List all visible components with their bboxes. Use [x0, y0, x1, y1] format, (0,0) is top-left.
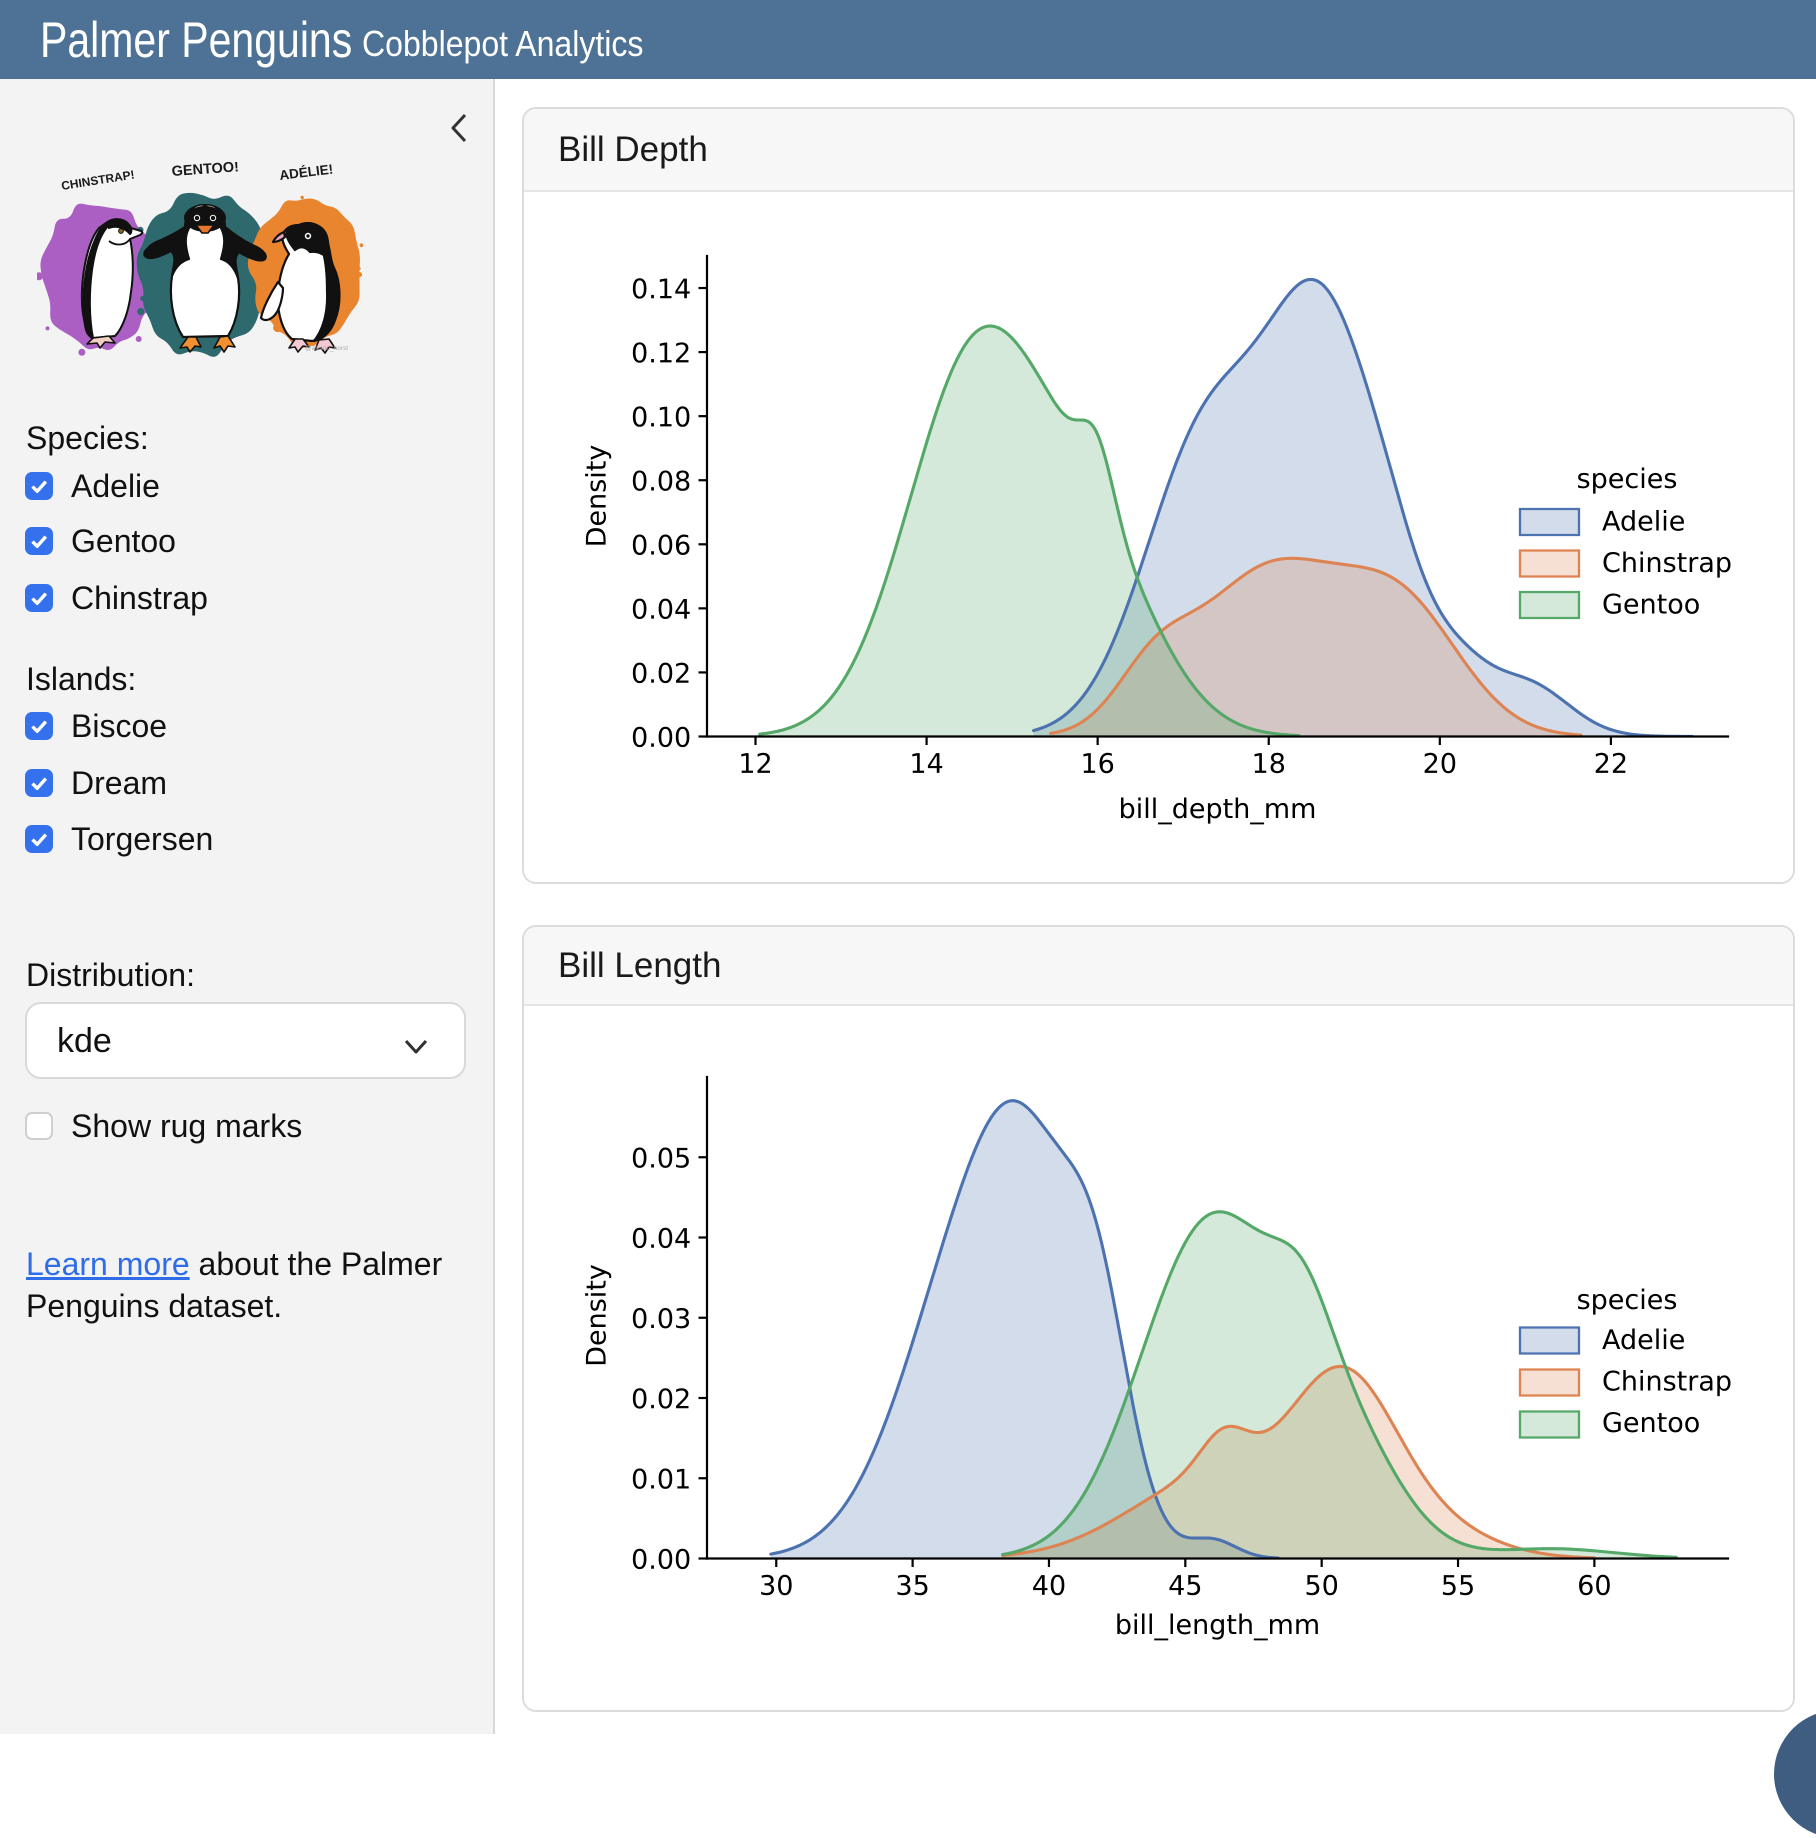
svg-text:CHINSTRAP!: CHINSTRAP!: [60, 168, 135, 193]
svg-text:@allison_horst: @allison_horst: [305, 345, 348, 352]
svg-text:ADÉLIE!: ADÉLIE!: [279, 162, 334, 183]
svg-text:GENTOO!: GENTOO!: [171, 162, 239, 180]
